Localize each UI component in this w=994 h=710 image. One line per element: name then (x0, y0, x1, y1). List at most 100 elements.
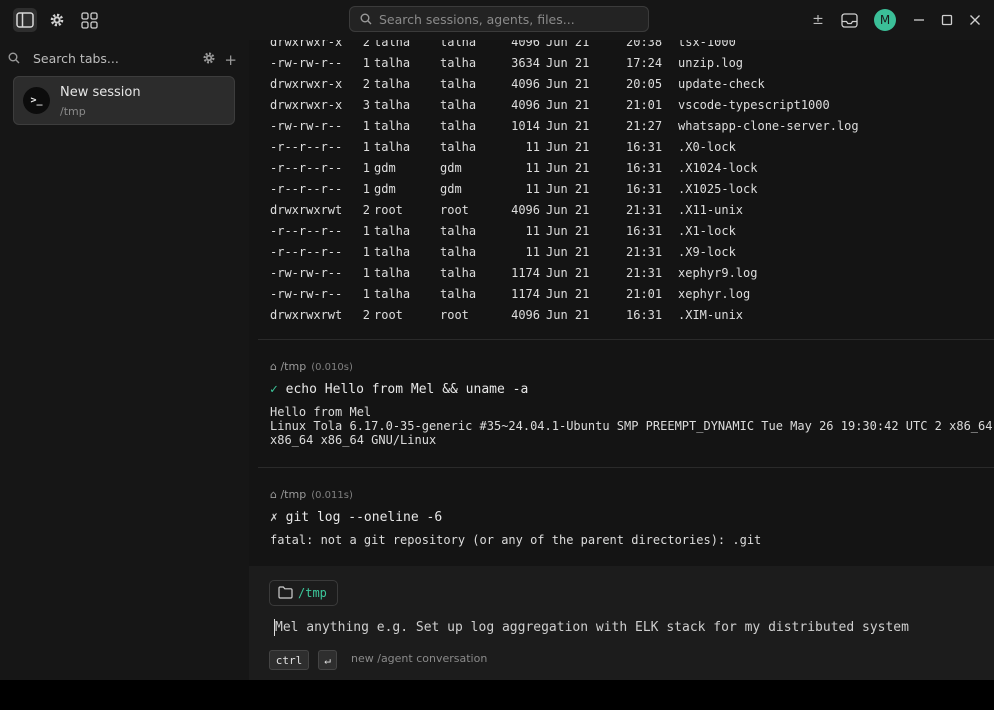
filename-cell: xephyr9.log (678, 266, 758, 280)
group-cell: talha (440, 224, 477, 238)
block-path-label: ⌂ /tmp (270, 360, 307, 373)
links-cell: 2 (362, 40, 370, 49)
filename-cell: unzip.log (678, 56, 744, 70)
group-cell: talha (440, 287, 477, 301)
group-cell: talha (440, 266, 477, 280)
size-cell: 4096 (511, 77, 540, 91)
group-cell: talha (440, 245, 477, 259)
block-path: ⌂ /tmp (0.011s) (270, 488, 353, 501)
command-output: Hello from Mel Linux Tola 6.17.0-35-gene… (270, 405, 992, 447)
listing-row: drwxrwxr-x 3 talha talha 4096 Jun 21 21:01 vsco… (270, 95, 859, 116)
time-cell: 16:31 (626, 224, 663, 238)
permissions-cell: drwxrwxrwt (270, 308, 343, 322)
group-cell: talha (440, 98, 477, 112)
close-icon[interactable] (963, 8, 987, 32)
block-duration: (0.010s) (311, 362, 353, 373)
owner-cell: talha (374, 140, 411, 154)
size-cell: 11 (525, 182, 540, 196)
maximize-icon[interactable] (935, 8, 959, 32)
size-cell: 4096 (511, 98, 540, 112)
apps-grid-icon[interactable] (77, 8, 101, 32)
time-cell: 20:38 (626, 40, 663, 49)
links-cell: 1 (362, 182, 370, 196)
sidebar-actions: + (202, 50, 237, 69)
listing-row: drwxrwxrwt 2 root root 4096 Jun 21 21:31 .X11-u… (270, 200, 859, 221)
owner-cell: talha (374, 266, 411, 280)
links-cell: 2 (362, 77, 370, 91)
listing-row: -rw-rw-r-- 1 talha talha 3634 Jun 21 17:24 unzi… (270, 53, 859, 74)
date-cell: Jun 21 (546, 224, 590, 238)
minimize-icon[interactable] (907, 8, 931, 32)
block-path: ⌂ /tmp (0.010s) (270, 360, 353, 373)
session-item-new-session[interactable]: >_ New session /tmp (13, 76, 235, 125)
size-cell: 4096 (511, 40, 540, 49)
size-cell: 1174 (511, 266, 540, 280)
filename-cell: whatsapp-clone-server.log (678, 119, 859, 133)
links-cell: 1 (362, 119, 370, 133)
owner-cell: talha (374, 224, 411, 238)
settings-gear-icon[interactable] (45, 8, 69, 32)
size-cell: 11 (525, 161, 540, 175)
prompt-input[interactable]: Mel anything e.g. Set up log aggregation… (275, 620, 909, 635)
permissions-cell: -rw-rw-r-- (270, 266, 343, 280)
sidebar-toggle-icon[interactable] (13, 8, 37, 32)
listing-row: -r--r--r-- 1 talha talha 11 Jun 21 21:31 .X9-lo… (270, 242, 859, 263)
date-cell: Jun 21 (546, 203, 590, 217)
success-check-icon: ✓ (270, 382, 278, 397)
global-search-input[interactable]: Search sessions, agents, files... (349, 6, 649, 32)
group-cell: talha (440, 40, 477, 49)
size-cell: 3634 (511, 56, 540, 70)
filename-cell: xephyr.log (678, 287, 751, 301)
links-cell: 3 (362, 98, 370, 112)
owner-cell: talha (374, 245, 411, 259)
output-line: Hello from Mel (270, 405, 372, 419)
permissions-cell: drwxrwxr-x (270, 40, 343, 49)
filename-cell: update-check (678, 77, 765, 91)
time-cell: 21:31 (626, 203, 663, 217)
group-cell: talha (440, 77, 477, 91)
time-cell: 16:31 (626, 161, 663, 175)
add-tab-icon[interactable]: + (224, 51, 237, 69)
permissions-cell: drwxrwxr-x (270, 98, 343, 112)
output-line: Linux Tola 6.17.0-35-generic #35~24.04.1… (270, 419, 993, 433)
terminal-icon: >_ (23, 87, 50, 114)
size-cell: 11 (525, 245, 540, 259)
filename-cell: .X0-lock (678, 140, 736, 154)
owner-cell: gdm (374, 161, 396, 175)
plus-minus-icon[interactable]: ± (806, 8, 830, 32)
time-cell: 21:31 (626, 266, 663, 280)
directory-listing: drwxrwxr-x 2 talha talha 4096 Jun 21 20:38 tsx-… (270, 40, 859, 326)
group-cell: gdm (440, 182, 462, 196)
listing-row: -rw-rw-r-- 1 talha talha 1014 Jun 21 21:27 what… (270, 116, 859, 137)
date-cell: Jun 21 (546, 77, 590, 91)
listing-row: -r--r--r-- 1 gdm gdm 11 Jun 21 16:31 .X1024-loc… (270, 158, 859, 179)
permissions-cell: -r--r--r-- (270, 161, 343, 175)
date-cell: Jun 21 (546, 182, 590, 196)
command-text: echo Hello from Mel && uname -a (285, 382, 529, 397)
time-cell: 17:24 (626, 56, 663, 70)
time-cell: 20:05 (626, 77, 663, 91)
owner-cell: gdm (374, 182, 396, 196)
shortcut-hint: new /agent conversation (351, 652, 488, 665)
time-cell: 21:31 (626, 245, 663, 259)
terminal-output[interactable]: drwxrwxr-x 2 talha talha 4096 Jun 21 20:38 tsx-… (249, 40, 994, 566)
inbox-icon[interactable] (837, 8, 861, 32)
permissions-cell: drwxrwxr-x (270, 77, 343, 91)
session-title: New session (60, 85, 141, 100)
date-cell: Jun 21 (546, 308, 590, 322)
permissions-cell: -rw-rw-r-- (270, 287, 343, 301)
block-divider (258, 467, 994, 468)
listing-row: drwxrwxr-x 2 talha talha 4096 Jun 21 20:38 tsx-… (270, 40, 859, 53)
date-cell: Jun 21 (546, 287, 590, 301)
failure-cross-icon: ✗ (270, 510, 278, 525)
session-path: /tmp (60, 105, 86, 118)
user-avatar[interactable]: M (874, 9, 896, 31)
owner-cell: talha (374, 98, 411, 112)
tab-settings-gear-icon[interactable] (202, 50, 216, 69)
working-directory-chip[interactable]: /tmp (269, 580, 338, 606)
filename-cell: vscode-typescript1000 (678, 98, 830, 112)
links-cell: 1 (362, 56, 370, 70)
group-cell: root (440, 308, 469, 322)
listing-row: -r--r--r-- 1 talha talha 11 Jun 21 16:31 .X1-lo… (270, 221, 859, 242)
size-cell: 11 (525, 140, 540, 154)
